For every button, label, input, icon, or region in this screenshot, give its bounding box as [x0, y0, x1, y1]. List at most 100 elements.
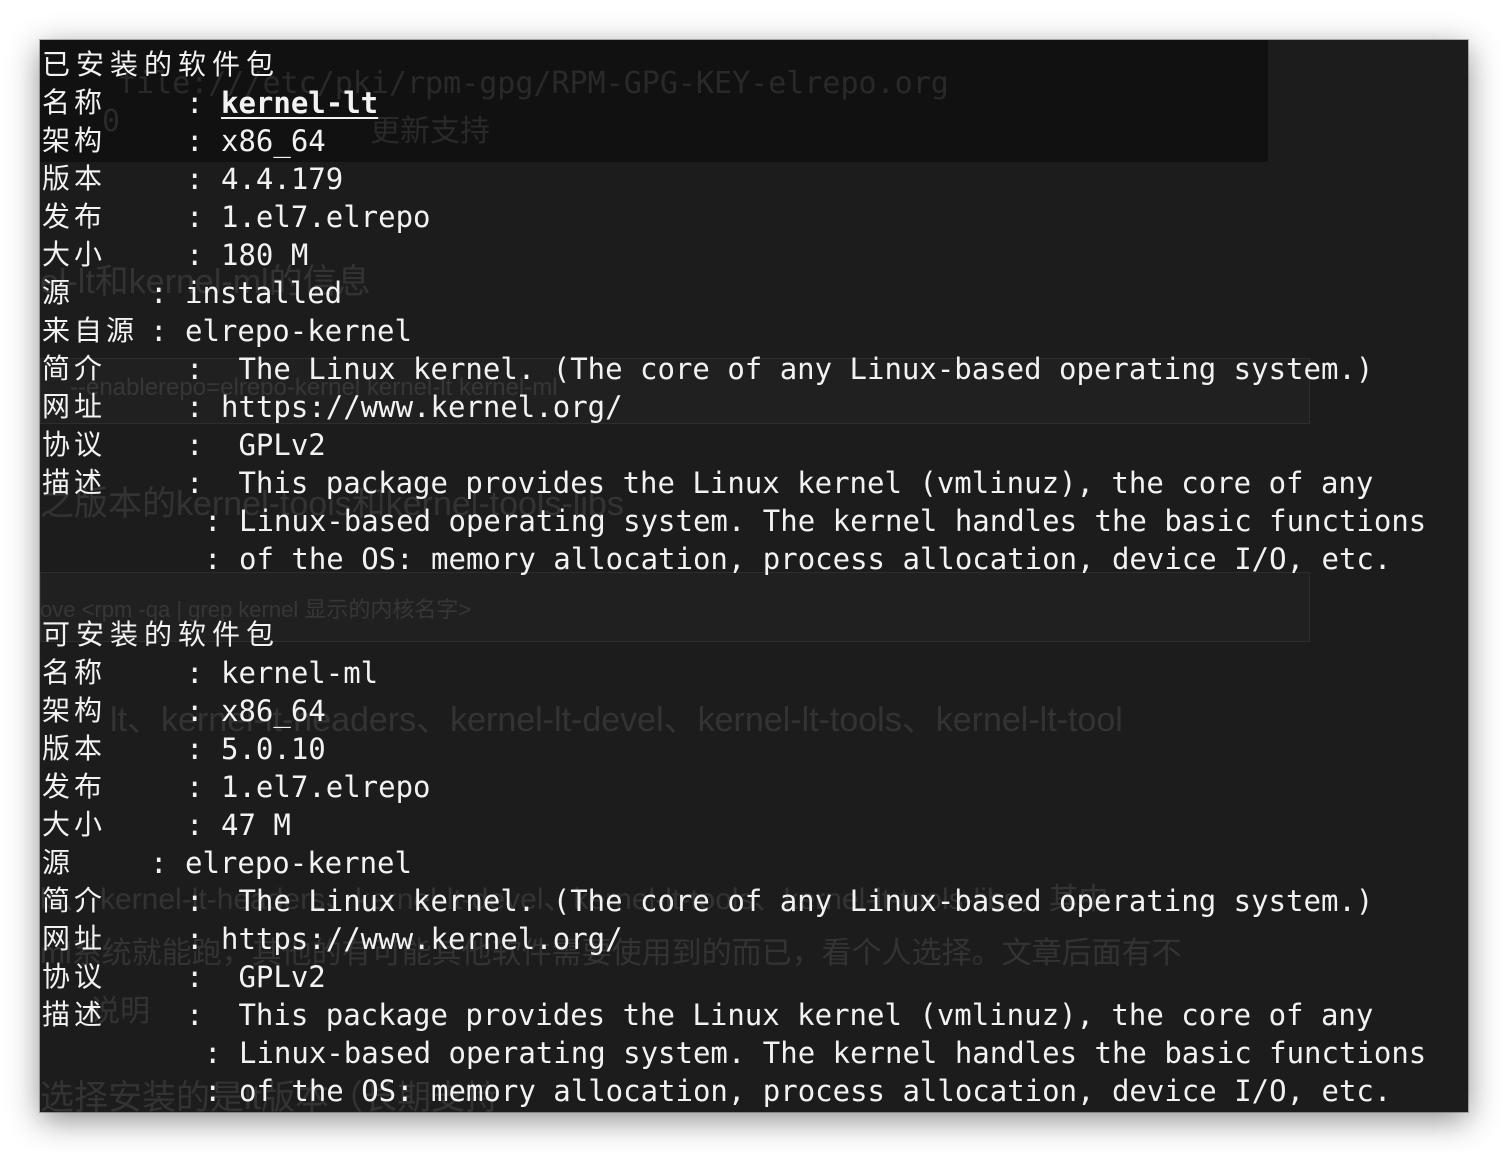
installed-size-colon: : [186, 238, 204, 272]
installed-summary-value: The Linux kernel. (The core of any Linux… [221, 352, 1374, 386]
available-source-colon: : [150, 846, 168, 880]
available-release-row: 发布 : 1.el7.elrepo [40, 768, 1468, 806]
available-license-value: GPLv2 [221, 960, 326, 994]
installed-name-row: 名称 : kernel-lt [40, 84, 1468, 122]
installed-version-row: 版本 : 4.4.179 [40, 160, 1468, 198]
installed-desc-colon-2: : [204, 504, 222, 538]
available-desc-line-3: of the OS: memory allocation, process al… [239, 1074, 1392, 1108]
available-desc-row-2: : Linux-based operating system. The kern… [40, 1034, 1468, 1072]
installed-url-colon: : [186, 390, 204, 424]
installed-version-label: 版本 [42, 162, 107, 195]
installed-from-repo-value: elrepo-kernel [185, 314, 412, 348]
installed-release-value: 1.el7.elrepo [221, 200, 431, 234]
available-release-value: 1.el7.elrepo [221, 770, 431, 804]
installed-size-label: 大小 [42, 238, 107, 271]
available-source-value: elrepo-kernel [185, 846, 412, 880]
available-url-colon: : [186, 922, 204, 956]
available-desc-line-1: This package provides the Linux kernel (… [221, 998, 1374, 1032]
available-desc-colon-3: : [204, 1074, 222, 1108]
available-size-label: 大小 [42, 808, 107, 841]
available-heading-line: 可安装的软件包 [40, 616, 1468, 654]
installed-heading: 已安装的软件包 [42, 48, 281, 81]
available-version-row: 版本 : 5.0.10 [40, 730, 1468, 768]
installed-license-colon: : [186, 428, 204, 462]
installed-release-colon: : [186, 200, 204, 234]
available-size-row: 大小 : 47 M [40, 806, 1468, 844]
installed-name-colon: : [186, 86, 204, 120]
installed-size-value: 180 M [221, 238, 309, 272]
installed-from-repo-colon: : [150, 314, 168, 348]
installed-url-value[interactable]: https://www.kernel.org/ [221, 388, 623, 426]
available-name-label: 名称 [42, 656, 107, 689]
installed-url-label: 网址 [42, 390, 107, 423]
available-version-label: 版本 [42, 732, 107, 765]
available-size-colon: : [186, 808, 204, 842]
installed-name-label: 名称 [42, 86, 107, 119]
installed-summary-row: 简介 : The Linux kernel. (The core of any … [40, 350, 1468, 388]
installed-license-value: GPLv2 [221, 428, 326, 462]
installed-source-row: 源 : installed [40, 274, 1468, 312]
installed-name-value: kernel-lt [221, 86, 379, 120]
available-version-colon: : [186, 732, 204, 766]
available-license-label: 协议 [42, 960, 107, 993]
installed-size-row: 大小 : 180 M [40, 236, 1468, 274]
installed-arch-label: 架构 [42, 124, 107, 157]
installed-from-repo-label: 来自源 [42, 314, 139, 347]
available-summary-value: The Linux kernel. (The core of any Linux… [221, 884, 1374, 918]
installed-version-colon: : [186, 162, 204, 196]
available-desc-colon-1: : [186, 998, 204, 1032]
available-release-colon: : [186, 770, 204, 804]
available-license-colon: : [186, 960, 204, 994]
installed-from-repo-row: 来自源 : elrepo-kernel [40, 312, 1468, 350]
installed-source-label: 源 [42, 276, 75, 309]
installed-desc-label: 描述 [42, 466, 107, 499]
installed-license-row: 协议 : GPLv2 [40, 426, 1468, 464]
available-arch-row: 架构 : x86_64 [40, 692, 1468, 730]
available-source-label: 源 [42, 846, 75, 879]
available-url-row: 网址 : https://www.kernel.org/ [40, 920, 1468, 958]
installed-summary-label: 简介 [42, 352, 107, 385]
installed-arch-row: 架构 : x86_64 [40, 122, 1468, 160]
installed-release-label: 发布 [42, 200, 107, 233]
installed-desc-colon-1: : [186, 466, 204, 500]
installed-source-value: installed [185, 276, 343, 310]
available-summary-row: 简介 : The Linux kernel. (The core of any … [40, 882, 1468, 920]
available-arch-label: 架构 [42, 694, 107, 727]
terminal-window: file:///etc/pki/rpm-gpg/RPM-GPG-KEY-elre… [40, 40, 1468, 1112]
available-arch-value: x86_64 [221, 694, 326, 728]
available-name-colon: : [186, 656, 204, 690]
installed-license-label: 协议 [42, 428, 107, 461]
available-heading: 可安装的软件包 [42, 618, 281, 651]
available-url-value[interactable]: https://www.kernel.org/ [221, 920, 623, 958]
installed-desc-row-3: : of the OS: memory allocation, process … [40, 540, 1468, 578]
installed-release-row: 发布 : 1.el7.elrepo [40, 198, 1468, 236]
available-summary-label: 简介 [42, 884, 107, 917]
available-name-row: 名称 : kernel-ml [40, 654, 1468, 692]
terminal-output: 已安装的软件包 名称 : kernel-lt 架构 : x86_64 版本 : … [40, 46, 1468, 1110]
installed-arch-colon: : [186, 124, 204, 158]
installed-desc-line-2: Linux-based operating system. The kernel… [239, 504, 1427, 538]
available-name-value: kernel-ml [221, 656, 379, 690]
installed-url-row: 网址 : https://www.kernel.org/ [40, 388, 1468, 426]
installed-desc-row-2: : Linux-based operating system. The kern… [40, 502, 1468, 540]
available-desc-line-2: Linux-based operating system. The kernel… [239, 1036, 1427, 1070]
available-summary-colon: : [186, 884, 204, 918]
available-license-row: 协议 : GPLv2 [40, 958, 1468, 996]
available-desc-colon-2: : [204, 1036, 222, 1070]
available-desc-row-1: 描述 : This package provides the Linux ker… [40, 996, 1468, 1034]
available-source-row: 源 : elrepo-kernel [40, 844, 1468, 882]
installed-source-colon: : [150, 276, 168, 310]
installed-arch-value: x86_64 [221, 124, 326, 158]
installed-heading-line: 已安装的软件包 [40, 46, 1468, 84]
available-version-value: 5.0.10 [221, 732, 326, 766]
available-desc-label: 描述 [42, 998, 107, 1031]
installed-desc-colon-3: : [204, 542, 222, 576]
installed-desc-line-1: This package provides the Linux kernel (… [221, 466, 1374, 500]
installed-version-value: 4.4.179 [221, 162, 344, 196]
installed-desc-line-3: of the OS: memory allocation, process al… [239, 542, 1392, 576]
installed-summary-colon: : [186, 352, 204, 386]
available-release-label: 发布 [42, 770, 107, 803]
available-size-value: 47 M [221, 808, 291, 842]
available-url-label: 网址 [42, 922, 107, 955]
